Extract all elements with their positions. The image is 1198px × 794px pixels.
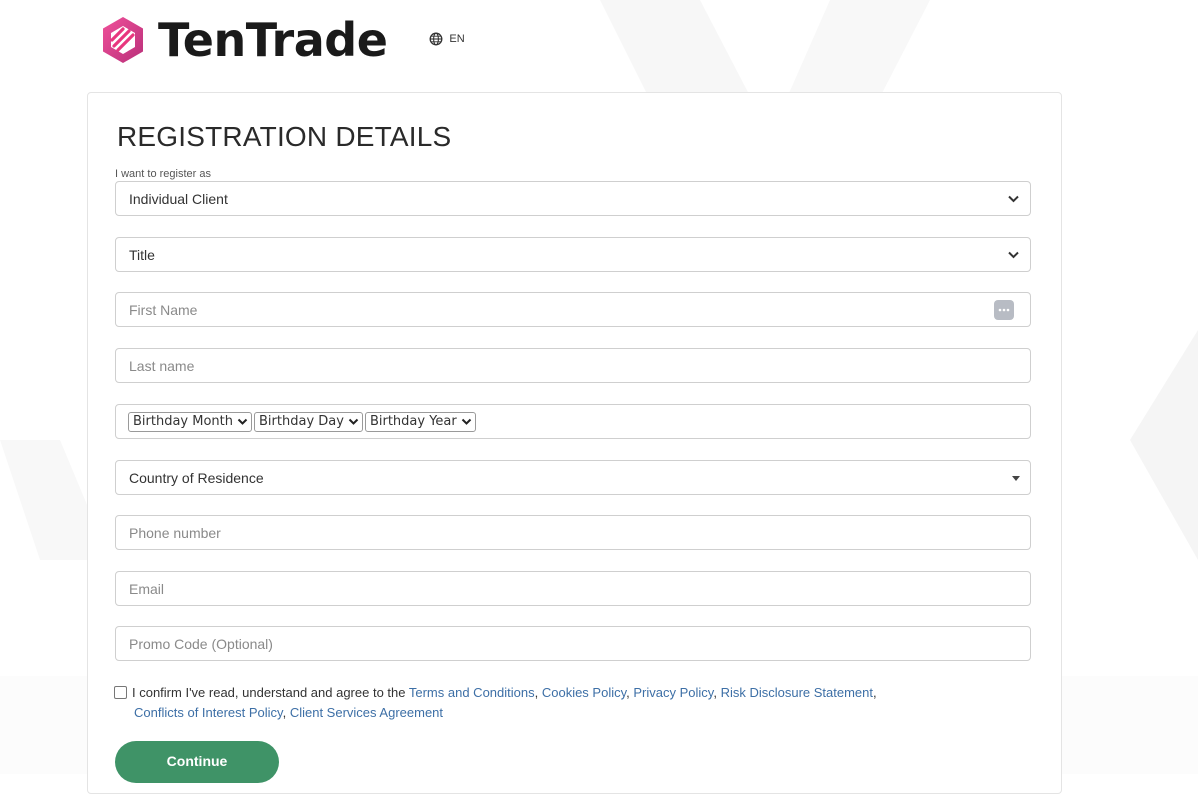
title-select[interactable]: Title <box>115 237 1031 272</box>
phone-field[interactable]: Phone number <box>115 515 1031 550</box>
brand-name: TenTrade <box>158 13 388 67</box>
first-name-placeholder: First Name <box>129 301 198 318</box>
promo-code-placeholder: Promo Code (Optional) <box>129 635 273 652</box>
email-placeholder: Email <box>129 580 165 597</box>
language-code: EN <box>449 33 465 45</box>
chevron-down-icon <box>348 418 359 425</box>
page-title: REGISTRATION DETAILS <box>117 121 452 152</box>
chevron-down-icon <box>237 418 248 425</box>
cookies-policy-link[interactable]: Cookies Policy <box>542 685 626 700</box>
first-name-field[interactable]: First Name <box>115 292 1031 327</box>
last-name-field[interactable]: Last name <box>115 348 1031 383</box>
birthday-group: Birthday Month Birthday Day Birthday Yea… <box>115 404 1031 439</box>
country-placeholder: Country of Residence <box>129 469 264 486</box>
last-name-placeholder: Last name <box>129 357 195 374</box>
birthday-day-select[interactable]: Birthday Day <box>254 411 363 432</box>
birthday-year-select[interactable]: Birthday Year <box>364 411 476 432</box>
promo-code-field[interactable]: Promo Code (Optional) <box>115 626 1031 661</box>
registration-card: REGISTRATION DETAILS I want to register … <box>87 92 1062 794</box>
birthday-month-label: Birthday Month <box>133 414 234 429</box>
phone-placeholder: Phone number <box>129 524 221 541</box>
chevron-down-icon <box>1008 251 1019 259</box>
brand-logo-icon <box>103 17 143 63</box>
continue-button[interactable]: Continue <box>115 741 279 783</box>
privacy-policy-link[interactable]: Privacy Policy <box>633 685 713 700</box>
email-field[interactable]: Email <box>115 571 1031 606</box>
terms-prefix: I confirm I've read, understand and agre… <box>132 685 406 700</box>
chevron-down-icon <box>1008 195 1019 203</box>
language-selector[interactable]: EN <box>429 32 465 46</box>
register-as-label: I want to register as <box>115 168 211 180</box>
brand-logo[interactable]: TenTrade <box>98 13 388 67</box>
terms-checkbox[interactable] <box>114 686 127 699</box>
globe-icon <box>429 32 443 46</box>
birthday-day-label: Birthday Day <box>259 414 344 429</box>
country-select[interactable]: Country of Residence <box>115 460 1031 495</box>
conflicts-policy-link[interactable]: Conflicts of Interest Policy <box>134 705 283 720</box>
terms-consent: I confirm I've read, understand and agre… <box>114 683 1014 723</box>
header: TenTrade EN <box>98 10 465 70</box>
register-as-select[interactable]: Individual Client <box>115 181 1031 216</box>
chevron-down-icon <box>461 418 471 425</box>
register-as-value: Individual Client <box>129 190 228 207</box>
birthday-year-label: Birthday Year <box>369 414 457 429</box>
risk-disclosure-link[interactable]: Risk Disclosure Statement <box>721 685 873 700</box>
birthday-month-select[interactable]: Birthday Month <box>128 411 253 432</box>
terms-link[interactable]: Terms and Conditions <box>409 685 535 700</box>
autofill-icon[interactable] <box>994 300 1014 320</box>
client-services-agreement-link[interactable]: Client Services Agreement <box>290 705 443 720</box>
title-select-value: Title <box>129 246 155 263</box>
caret-down-icon <box>1012 476 1020 481</box>
